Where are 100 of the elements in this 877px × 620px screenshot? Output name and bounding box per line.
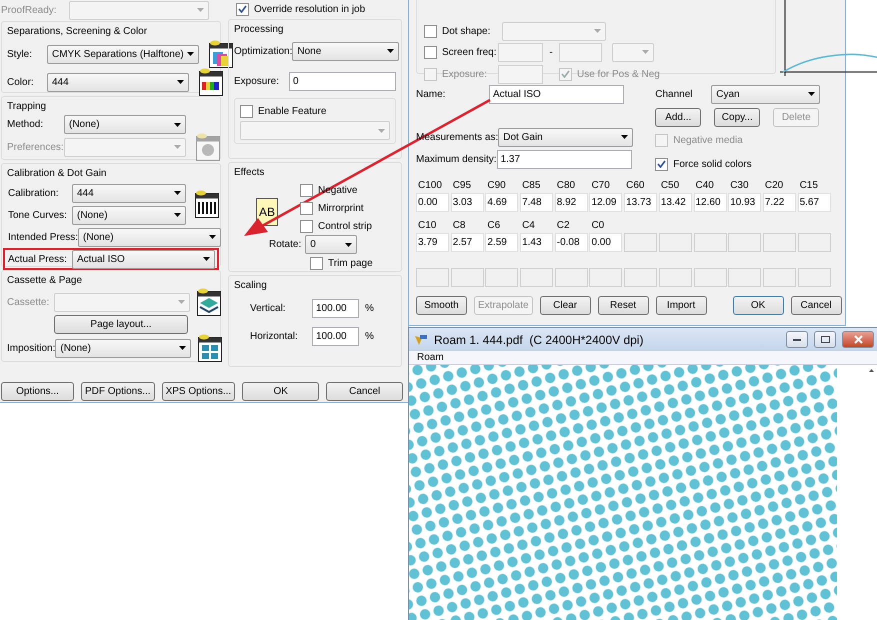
press-dropdown[interactable]: (None) — [78, 228, 222, 246]
dialog-button[interactable]: OK — [242, 382, 320, 401]
point-field[interactable]: 8.92 — [554, 193, 588, 212]
scale-field[interactable]: 100.00 — [312, 298, 359, 318]
scroll-up-icon[interactable] — [869, 369, 874, 372]
field-label: Color: — [7, 76, 35, 88]
grid-icon[interactable] — [198, 334, 222, 362]
calibration-dropdown[interactable]: (None) — [72, 206, 186, 224]
color-dropdown[interactable]: 444 — [47, 72, 189, 92]
menu-item[interactable]: Roam — [417, 352, 444, 363]
section-title: Processing — [234, 23, 284, 37]
color-bar-icon[interactable] — [199, 68, 223, 96]
density-field[interactable]: 1.37 — [496, 150, 632, 168]
point-field[interactable] — [798, 233, 831, 252]
caret-icon — [621, 135, 628, 139]
point-field[interactable] — [450, 268, 484, 287]
feature-dropdown[interactable] — [240, 121, 390, 140]
curve-button[interactable]: Import — [656, 296, 707, 314]
dot-shape-dropdown[interactable] — [502, 22, 606, 40]
point-field[interactable]: 0.00 — [416, 193, 449, 212]
point-field[interactable]: 2.57 — [450, 233, 484, 252]
point-field[interactable]: 4.69 — [485, 193, 518, 212]
close-button[interactable] — [842, 331, 874, 348]
checkbox[interactable] — [424, 24, 437, 38]
point-field[interactable]: 12.60 — [694, 193, 726, 212]
channel-button[interactable]: Add... — [655, 108, 702, 126]
measurements-dropdown[interactable]: Dot Gain — [498, 128, 634, 146]
exposure-field[interactable]: 0 — [289, 72, 396, 90]
frequency-field[interactable] — [498, 42, 543, 62]
point-field[interactable]: 10.93 — [728, 193, 762, 212]
point-field[interactable] — [728, 268, 762, 287]
optimization-dropdown[interactable]: None — [292, 42, 400, 60]
frequency-unit-dropdown[interactable] — [612, 42, 654, 62]
dialog-button[interactable]: Cancel — [326, 382, 404, 401]
point-field[interactable]: 13.42 — [658, 193, 692, 212]
curve-button[interactable]: Smooth — [416, 296, 467, 314]
point-field[interactable] — [589, 268, 622, 287]
scale-field[interactable]: 100.00 — [312, 326, 359, 346]
curve-button[interactable]: Reset — [598, 296, 649, 314]
point-field[interactable] — [485, 268, 518, 287]
page-layout-button[interactable]: Page layout... — [54, 315, 188, 334]
checkbox[interactable] — [236, 2, 249, 16]
point-field[interactable] — [624, 268, 658, 287]
imposition-dropdown[interactable]: (None) — [55, 338, 192, 358]
minimize-button[interactable] — [786, 331, 808, 348]
point-field[interactable]: 5.67 — [798, 193, 831, 212]
curve-button[interactable]: OK — [732, 296, 784, 314]
point-field[interactable]: 7.48 — [520, 193, 554, 212]
point-field[interactable] — [416, 268, 449, 287]
maximize-button[interactable] — [814, 331, 836, 348]
name-field[interactable]: Actual ISO — [489, 84, 624, 104]
point-field[interactable] — [520, 268, 554, 287]
point-field[interactable] — [554, 268, 588, 287]
dialog-button[interactable]: PDF Options... — [81, 382, 155, 401]
checkbox[interactable] — [300, 220, 313, 232]
rotate-dropdown[interactable]: 0 — [305, 235, 358, 254]
point-label: C20 — [764, 179, 784, 193]
point-label: C2 — [556, 219, 571, 233]
checkbox[interactable] — [300, 202, 313, 214]
point-field[interactable]: 2.59 — [485, 233, 518, 252]
dialog-button[interactable]: Options... — [1, 382, 74, 401]
checkbox[interactable] — [240, 104, 253, 118]
layers-icon[interactable] — [208, 40, 233, 68]
channel-dropdown[interactable]: Cyan — [711, 84, 820, 104]
point-field[interactable]: 13.73 — [624, 193, 658, 212]
method-dropdown[interactable]: (None) — [64, 115, 186, 134]
press-dropdown[interactable]: Actual ISO — [72, 250, 215, 268]
point-field[interactable]: 0.00 — [589, 233, 622, 252]
curve-button[interactable]: Clear — [540, 296, 591, 314]
calibration-dropdown[interactable]: 444 — [72, 184, 186, 202]
point-field[interactable] — [762, 233, 796, 252]
field-label: Maximum density: — [416, 154, 497, 164]
checkbox[interactable] — [424, 46, 437, 58]
point-field[interactable]: 12.09 — [589, 193, 622, 212]
exposure-field[interactable] — [498, 64, 543, 84]
checkbox[interactable] — [655, 158, 668, 170]
point-field[interactable] — [658, 268, 692, 287]
point-field[interactable]: 1.43 — [520, 233, 554, 252]
point-field[interactable] — [798, 268, 831, 287]
frequency-field[interactable] — [559, 42, 602, 62]
point-field[interactable]: 7.22 — [762, 193, 796, 212]
point-field[interactable]: 3.79 — [416, 233, 449, 252]
point-field[interactable] — [728, 233, 762, 252]
point-label: C90 — [486, 179, 507, 193]
point-field[interactable] — [694, 268, 726, 287]
point-field[interactable] — [624, 233, 658, 252]
point-label: C15 — [798, 179, 819, 193]
checkbox[interactable] — [300, 184, 313, 196]
layers-stack-icon[interactable] — [197, 288, 221, 316]
point-field[interactable] — [694, 233, 726, 252]
point-field[interactable]: 3.03 — [450, 193, 484, 212]
point-field[interactable] — [762, 268, 796, 287]
film-strip-icon[interactable] — [195, 190, 219, 218]
curve-button[interactable]: Cancel — [790, 296, 842, 314]
point-field[interactable] — [658, 233, 692, 252]
channel-button[interactable]: Copy... — [714, 108, 760, 126]
point-field[interactable]: -0.08 — [554, 233, 588, 252]
dialog-button[interactable]: XPS Options... — [162, 382, 236, 401]
checkbox[interactable] — [310, 256, 323, 270]
style-dropdown[interactable]: CMYK Separations (Halftone) — [47, 44, 199, 64]
